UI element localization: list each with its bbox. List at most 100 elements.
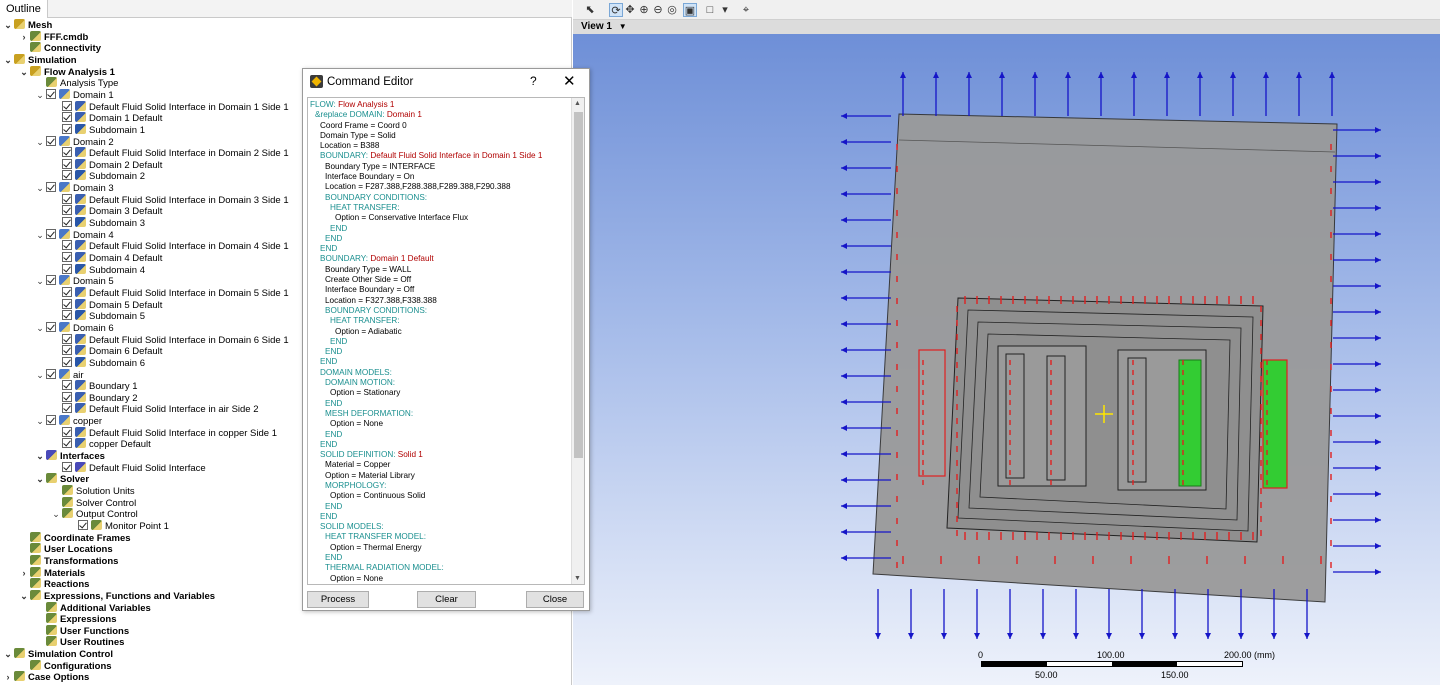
chevron-down-icon[interactable]: ⌄ xyxy=(34,473,46,485)
tree-item[interactable]: ⌄ Simulation xyxy=(2,53,77,66)
chevron-right-icon[interactable]: › xyxy=(18,31,30,43)
tree-item[interactable]: Domain 3 Default xyxy=(50,205,162,217)
tree-item[interactable]: Default Fluid Solid Interface in Domain … xyxy=(50,193,289,206)
tree-item[interactable]: User Locations xyxy=(18,543,113,555)
visibility-checkbox[interactable] xyxy=(62,461,72,472)
chevron-down-icon[interactable]: ⌄ xyxy=(34,369,46,381)
rotate-icon[interactable]: ⟳ xyxy=(609,3,623,17)
chevron-down-icon[interactable]: ⌄ xyxy=(2,648,14,660)
chevron-down-icon[interactable]: ⌄ xyxy=(34,229,46,241)
visibility-checkbox[interactable] xyxy=(62,333,72,344)
visibility-checkbox[interactable] xyxy=(62,123,72,134)
tree-item[interactable]: Analysis Type xyxy=(34,77,118,89)
chevron-down-icon[interactable]: ⌄ xyxy=(34,136,46,148)
tree-item[interactable]: ⌄ Domain 5 xyxy=(34,275,114,287)
chevron-down-icon[interactable]: ⌄ xyxy=(2,19,14,31)
tree-item[interactable]: Boundary 2 xyxy=(50,391,138,404)
visibility-checkbox[interactable] xyxy=(46,368,56,379)
selection-box-icon[interactable]: □ xyxy=(703,3,717,17)
visibility-checkbox[interactable] xyxy=(62,403,72,414)
visibility-checkbox[interactable] xyxy=(62,240,72,251)
tree-item[interactable]: Default Fluid Solid Interface in copper … xyxy=(50,426,277,439)
chevron-down-icon[interactable]: ⌄ xyxy=(34,415,46,427)
visibility-checkbox[interactable] xyxy=(46,275,56,286)
tree-item[interactable]: Subdomain 5 xyxy=(50,310,145,322)
tab-outline[interactable]: Outline xyxy=(0,0,48,18)
tree-item[interactable]: ⌄ Domain 1 xyxy=(34,88,114,101)
tree-item[interactable]: Default Fluid Solid Interface in Domain … xyxy=(50,286,289,299)
tree-item[interactable]: ⌄ Domain 4 xyxy=(34,228,114,241)
chevron-down-icon[interactable]: ⌄ xyxy=(34,182,46,194)
tree-item[interactable]: Solution Units xyxy=(50,485,135,497)
help-icon[interactable]: ? xyxy=(530,74,537,88)
tree-item[interactable]: Domain 4 Default xyxy=(50,252,162,264)
visibility-checkbox[interactable] xyxy=(62,193,72,204)
visibility-checkbox[interactable] xyxy=(62,426,72,437)
tree-item[interactable]: Subdomain 2 xyxy=(50,170,145,182)
tree-item[interactable]: ⌄ air xyxy=(34,368,84,381)
tree-item[interactable]: Domain 1 Default xyxy=(50,112,162,124)
tree-item[interactable]: Domain 2 Default xyxy=(50,158,162,171)
3d-viewport[interactable]: 0 100.00 200.00 (mm) 50.00 150.00 xyxy=(573,34,1440,685)
tree-item[interactable]: ⌄ copper xyxy=(34,415,102,427)
tree-item[interactable]: Reactions xyxy=(18,578,89,590)
tree-item[interactable]: Boundary 1 xyxy=(50,380,138,392)
scroll-up-icon[interactable]: ▲ xyxy=(574,100,581,107)
tree-item[interactable]: ⌄ Expressions, Functions and Variables xyxy=(18,589,215,602)
tree-item[interactable]: ⌄ Domain 6 xyxy=(34,321,114,334)
chevron-right-icon[interactable]: › xyxy=(2,671,14,683)
visibility-checkbox[interactable] xyxy=(46,135,56,146)
chevron-down-icon[interactable]: ⌄ xyxy=(18,590,30,602)
tree-item[interactable]: Expressions xyxy=(34,613,117,625)
visibility-checkbox[interactable] xyxy=(62,345,72,356)
visibility-checkbox[interactable] xyxy=(62,263,72,274)
process-button[interactable]: Process xyxy=(307,591,369,608)
tree-item[interactable]: Default Fluid Solid Interface in Domain … xyxy=(50,147,289,159)
view-selector[interactable]: View 1 ▼ xyxy=(581,21,627,32)
chevron-down-icon[interactable]: ⌄ xyxy=(2,54,14,66)
chevron-down-icon[interactable]: ⌄ xyxy=(18,66,30,78)
visibility-checkbox[interactable] xyxy=(62,112,72,123)
visibility-checkbox[interactable] xyxy=(62,217,72,228)
visibility-checkbox[interactable] xyxy=(62,356,72,367)
tree-item[interactable]: › FFF.cmdb xyxy=(18,30,88,43)
dropdown-arrow-icon[interactable]: ▾ xyxy=(718,3,732,17)
visibility-checkbox[interactable] xyxy=(62,298,72,309)
tree-item[interactable]: Domain 6 Default xyxy=(50,345,162,357)
tree-item[interactable]: Default Fluid Solid Interface in air Sid… xyxy=(50,403,259,415)
visibility-checkbox[interactable] xyxy=(46,88,56,99)
tree-item[interactable]: Additional Variables xyxy=(34,601,151,614)
tree-item[interactable]: Subdomain 4 xyxy=(50,263,145,276)
tree-item[interactable]: Subdomain 3 xyxy=(50,217,145,229)
tree-item[interactable]: › Materials xyxy=(18,566,85,579)
visibility-checkbox[interactable] xyxy=(62,100,72,111)
tree-item[interactable]: Coordinate Frames xyxy=(18,531,131,544)
visibility-checkbox[interactable] xyxy=(62,391,72,402)
chevron-down-icon[interactable]: ⌄ xyxy=(34,89,46,101)
tree-item[interactable]: ⌄ Flow Analysis 1 xyxy=(18,65,115,78)
tree-item[interactable]: Transformations xyxy=(18,554,118,567)
tree-item[interactable]: ⌄ Simulation Control xyxy=(2,648,113,660)
visibility-checkbox[interactable] xyxy=(46,228,56,239)
visibility-checkbox[interactable] xyxy=(62,205,72,216)
tree-item[interactable]: User Functions xyxy=(34,624,129,637)
tree-item[interactable]: Domain 5 Default xyxy=(50,298,162,311)
tree-item[interactable]: Configurations xyxy=(18,659,112,672)
visibility-checkbox[interactable] xyxy=(62,286,72,297)
chevron-down-icon[interactable]: ⌄ xyxy=(34,275,46,287)
close-icon[interactable]: ✕ xyxy=(563,72,576,90)
tree-item[interactable]: ⌄ Output Control xyxy=(50,508,138,520)
tree-item[interactable]: Monitor Point 1 xyxy=(66,519,169,532)
cursor-location-icon[interactable]: ⌖ xyxy=(739,3,753,17)
tree-item[interactable]: › Case Options xyxy=(2,671,89,683)
chevron-down-icon[interactable]: ⌄ xyxy=(34,450,46,462)
zoom-icon[interactable]: ⊕ xyxy=(637,3,651,17)
chevron-down-icon[interactable]: ⌄ xyxy=(34,322,46,334)
visibility-checkbox[interactable] xyxy=(62,158,72,169)
visibility-checkbox[interactable] xyxy=(62,380,72,391)
tree-item[interactable]: Subdomain 1 xyxy=(50,123,145,136)
scrollbar-thumb[interactable] xyxy=(574,112,583,458)
chevron-right-icon[interactable]: › xyxy=(18,567,30,579)
visibility-checkbox[interactable] xyxy=(62,310,72,321)
chevron-down-icon[interactable]: ⌄ xyxy=(50,508,62,520)
